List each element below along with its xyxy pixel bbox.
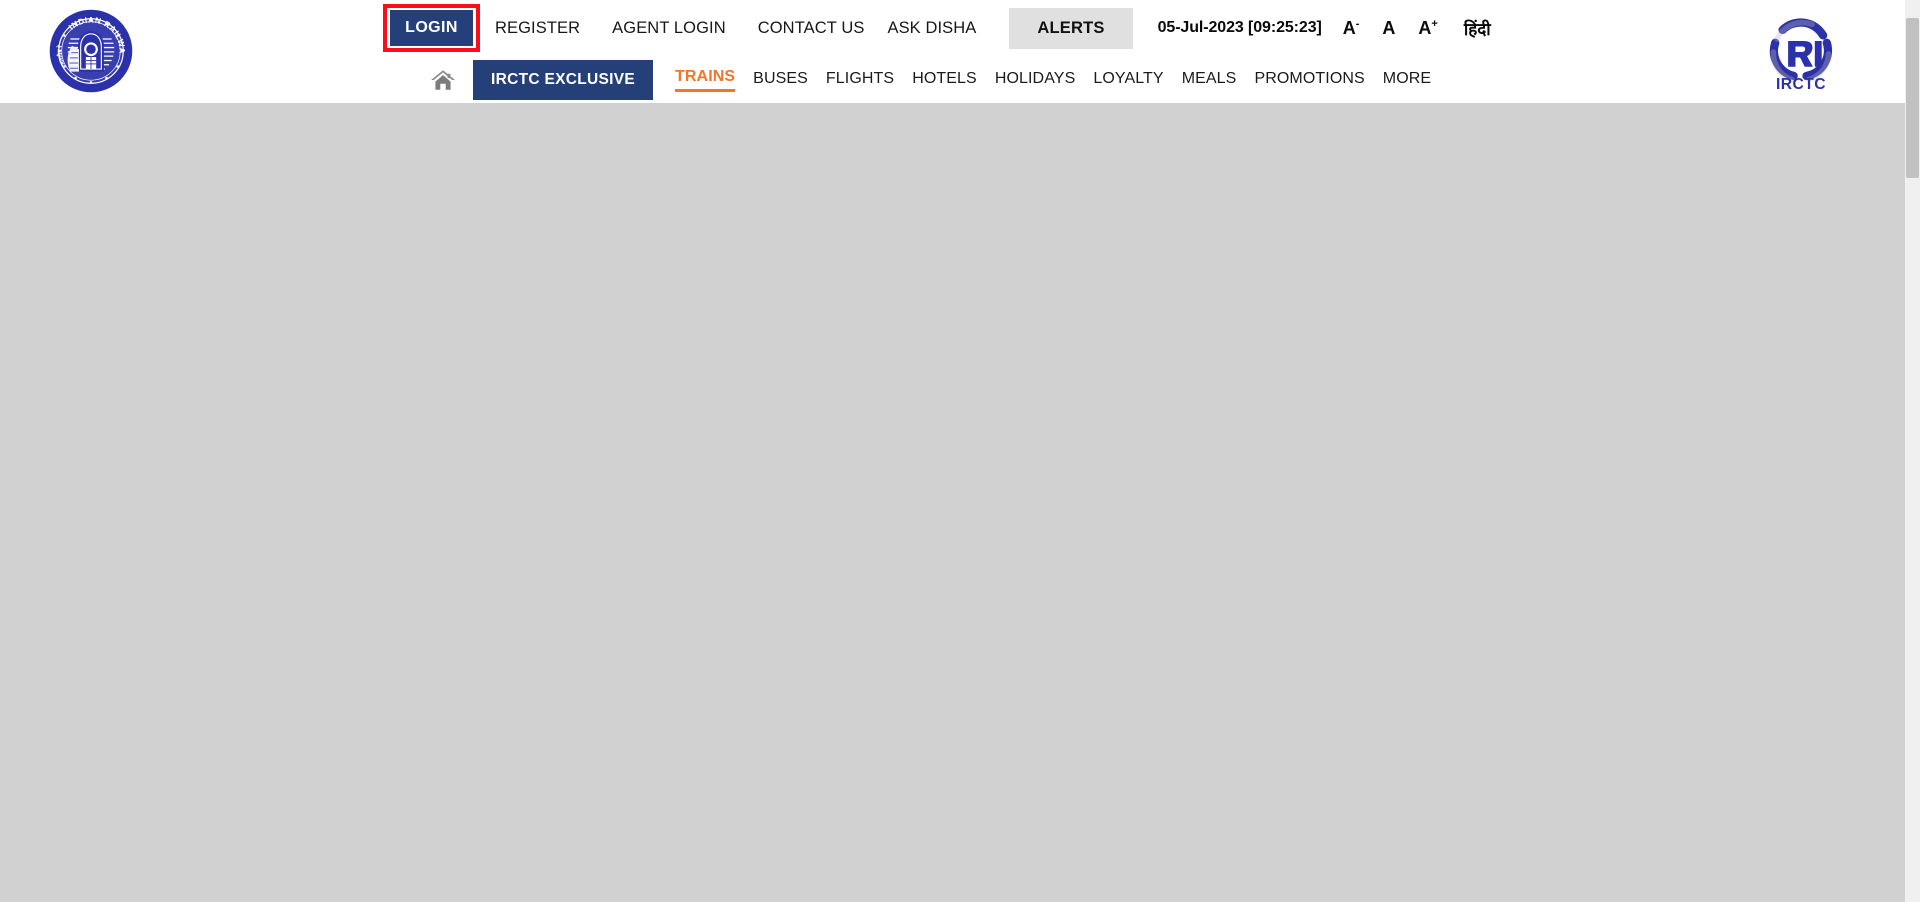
mainnav-item-meals[interactable]: MEALS	[1182, 70, 1237, 90]
font-size-controls: A- A A+	[1340, 18, 1441, 39]
top-navigation: LOGIN REGISTER AGENT LOGIN CONTACT US AS…	[383, 0, 1491, 56]
vertical-scrollbar-thumb[interactable]	[1906, 18, 1919, 178]
font-decrease-button[interactable]: A-	[1340, 18, 1363, 39]
topnav-item-ask-disha[interactable]: ASK DISHA	[885, 19, 978, 38]
topnav-item-contact-us[interactable]: CONTACT US	[756, 19, 867, 38]
main-content-area	[0, 103, 1905, 902]
language-toggle-hindi[interactable]: हिंदी	[1464, 17, 1491, 40]
server-datetime: 05-Jul-2023 [09:25:23]	[1157, 19, 1322, 36]
login-button[interactable]: LOGIN	[390, 10, 473, 46]
font-decrease-letter: A	[1342, 17, 1356, 38]
mainnav-item-loyalty[interactable]: LOYALTY	[1093, 70, 1163, 90]
irctc-exclusive-button[interactable]: IRCTC EXCLUSIVE	[473, 59, 654, 100]
font-increase-sign: +	[1431, 17, 1438, 30]
font-increase-button[interactable]: A+	[1415, 18, 1440, 39]
topnav-item-register[interactable]: REGISTER	[493, 19, 582, 38]
page-root: INDIAN RAILWAYS भारतीय रेल LOGIN REGISTE…	[0, 0, 1920, 902]
alerts-button[interactable]: ALERTS	[1009, 7, 1133, 49]
irctc-logo[interactable]: IRCTC	[1754, 6, 1848, 98]
indian-railways-emblem-icon: INDIAN RAILWAYS भारतीय रेल	[48, 8, 133, 93]
irctc-logo-text: IRCTC	[1776, 76, 1826, 93]
topnav-item-agent-login[interactable]: AGENT LOGIN	[610, 19, 728, 38]
home-icon[interactable]	[430, 68, 456, 92]
main-navigation: IRCTC EXCLUSIVE TRAINS BUSES FLIGHTS HOT…	[430, 56, 1431, 103]
font-increase-letter: A	[1418, 17, 1432, 38]
mainnav-item-flights[interactable]: FLIGHTS	[826, 70, 894, 90]
login-highlight-box: LOGIN	[383, 4, 480, 52]
font-decrease-sign: -	[1355, 17, 1360, 30]
mainnav-item-trains[interactable]: TRAINS	[675, 68, 736, 92]
mainnav-item-holidays[interactable]: HOLIDAYS	[995, 70, 1076, 90]
mainnav-item-promotions[interactable]: PROMOTIONS	[1254, 70, 1364, 90]
font-normal-letter: A	[1382, 17, 1396, 38]
font-normal-button[interactable]: A	[1379, 18, 1398, 39]
vertical-scrollbar-track[interactable]	[1905, 0, 1920, 902]
mainnav-item-more[interactable]: MORE	[1383, 70, 1431, 90]
mainnav-item-hotels[interactable]: HOTELS	[912, 70, 977, 90]
site-header: INDIAN RAILWAYS भारतीय रेल LOGIN REGISTE…	[0, 0, 1905, 103]
mainnav-item-buses[interactable]: BUSES	[753, 70, 808, 90]
